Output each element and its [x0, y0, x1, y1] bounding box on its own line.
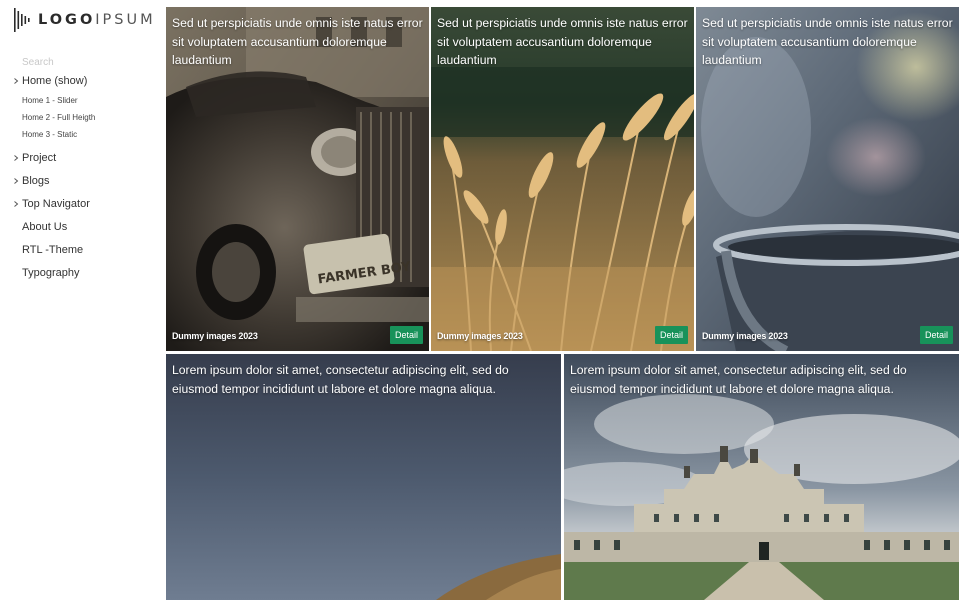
logo[interactable]: LOGOIPSUM: [13, 6, 156, 34]
logo-text-bold: LOGO: [38, 12, 96, 28]
logo-mark-icon: [14, 8, 30, 32]
detail-button[interactable]: Detail: [654, 326, 688, 344]
nav-item-about-us[interactable]: About Us: [22, 221, 67, 233]
nav-item-typography[interactable]: Typography: [22, 267, 79, 279]
nav-item-project[interactable]: Project: [22, 152, 56, 164]
gallery-tile-sky[interactable]: Lorem ipsum dolor sit amet, consectetur …: [166, 354, 561, 600]
nav-subitem-home-3[interactable]: Home 3 - Static: [22, 130, 77, 139]
detail-button[interactable]: Detail: [389, 326, 423, 344]
nav-item-blogs[interactable]: Blogs: [22, 175, 50, 187]
tile-caption: Sed ut perspiciatis unde omnis iste natu…: [702, 16, 953, 67]
tile-credit: Dummy images 2023: [437, 331, 523, 341]
gallery-tile-cup[interactable]: Sed ut perspiciatis unde omnis iste natu…: [696, 7, 959, 351]
tile-credit: Dummy images 2023: [172, 331, 258, 341]
logo-text: LOGOIPSUM: [38, 12, 156, 28]
sidebar: LOGOIPSUM Home (show) Home 1 - Slider Ho…: [0, 0, 165, 600]
chevron-right-icon: [14, 155, 19, 161]
gallery-tile-car[interactable]: FARMER BOY Sed ut perspiciatis unde omni…: [166, 7, 429, 351]
chevron-right-icon: [14, 201, 19, 207]
nav-subitem-home-1[interactable]: Home 1 - Slider: [22, 96, 78, 105]
page: LOGOIPSUM Home (show) Home 1 - Slider Ho…: [0, 0, 965, 600]
gallery-tile-castle[interactable]: Lorem ipsum dolor sit amet, consectetur …: [564, 354, 959, 600]
tile-caption: Sed ut perspiciatis unde omnis iste natu…: [437, 16, 688, 67]
search-input[interactable]: [22, 55, 152, 69]
nav-subitem-home-2[interactable]: Home 2 - Full Heigth: [22, 113, 95, 122]
gallery-tile-wheat[interactable]: Sed ut perspiciatis unde omnis iste natu…: [431, 7, 694, 351]
detail-button[interactable]: Detail: [919, 326, 953, 344]
tile-caption: Sed ut perspiciatis unde omnis iste natu…: [172, 16, 423, 67]
tile-caption: Lorem ipsum dolor sit amet, consectetur …: [570, 363, 907, 396]
tile-caption: Lorem ipsum dolor sit amet, consectetur …: [172, 363, 509, 396]
nav-item-rtl-theme[interactable]: RTL -Theme: [22, 244, 83, 256]
chevron-right-icon: [14, 178, 19, 184]
logo-text-light: IPSUM: [95, 12, 156, 28]
chevron-right-icon: [14, 78, 19, 84]
nav-item-top-navigator[interactable]: Top Navigator: [22, 198, 90, 210]
tile-credit: Dummy images 2023: [702, 331, 788, 341]
nav-item-home[interactable]: Home (show): [22, 75, 87, 87]
